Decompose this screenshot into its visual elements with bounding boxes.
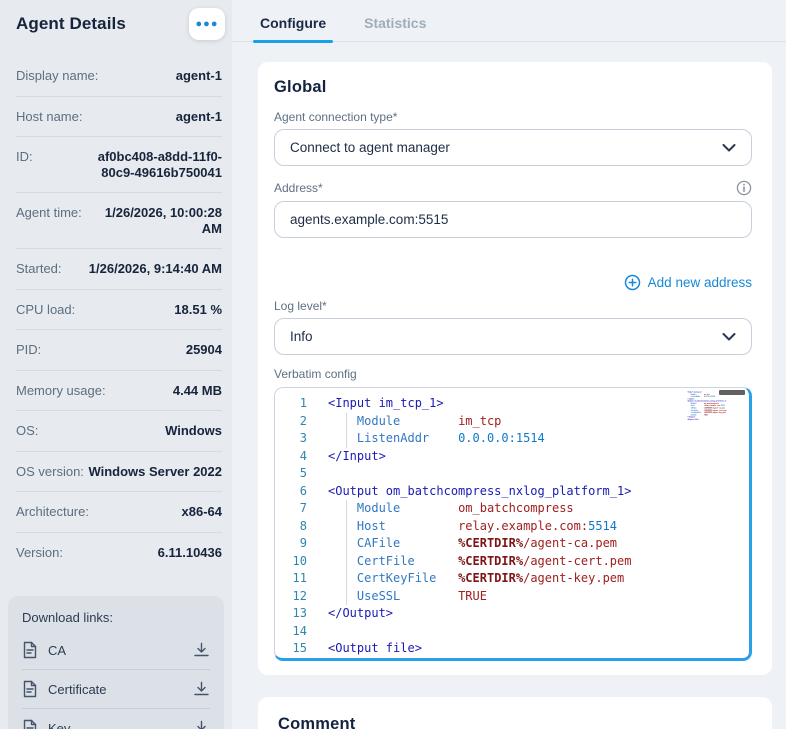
code-line: 13</Output>: [292, 606, 394, 620]
tab-statistics[interactable]: Statistics: [362, 12, 428, 41]
property-label: OS version:: [16, 463, 84, 479]
address-label: Address*: [274, 181, 323, 195]
agent-property-row: OS version: Windows Server 2022: [16, 450, 222, 492]
file-icon: [23, 641, 37, 659]
property-label: Started:: [16, 261, 62, 276]
address-value: agents.example.com:5515: [290, 212, 449, 227]
indent-guide: [346, 500, 347, 605]
agent-property-row: Architecture: x86-64: [16, 491, 222, 532]
download-link-label: Certificate: [48, 681, 107, 697]
property-value: 4.44 MB: [172, 382, 222, 398]
comment-section-title: Comment: [278, 715, 356, 729]
download-links-card: Download links: CA Certificate Key: [8, 596, 224, 729]
agent-property-row: ID: af0bc408-a8dd-11f0-80c9-49616b750041: [16, 136, 222, 192]
verbatim-config-label: Verbatim config: [274, 367, 357, 381]
property-value: af0bc408-a8dd-11f0-80c9-49616b750041: [97, 149, 222, 180]
file-icon: [23, 680, 37, 698]
agent-property-row: CPU load: 18.51 %: [16, 288, 222, 330]
configure-panel: Configure Statistics Global Agent connect…: [232, 0, 786, 729]
agent-details-header: Agent Details ●●●: [0, 0, 232, 40]
tab-configure[interactable]: Configure: [252, 12, 334, 43]
agent-details-panel: Agent Details ●●● Display name: agent-1 …: [0, 0, 232, 729]
download-link-row[interactable]: Key: [22, 708, 210, 729]
chevron-down-icon: [722, 143, 736, 151]
property-value: Windows: [165, 423, 222, 438]
property-label: PID:: [16, 342, 42, 357]
connection-type-select[interactable]: Connect to agent manager: [274, 129, 752, 166]
property-value: x86-64: [181, 504, 222, 519]
editor-scrollbar-thumb[interactable]: [719, 390, 745, 395]
agent-property-row: Memory usage: 4.44 MB: [16, 369, 222, 411]
agent-property-row: OS: Windows: [16, 410, 222, 451]
download-icon: [197, 720, 206, 729]
property-value: 6.11.10436: [157, 544, 222, 560]
code-line: 15<Output file>: [687, 418, 700, 421]
download-icon: [194, 642, 209, 657]
code-line: 15<Output file>: [292, 641, 422, 655]
address-input[interactable]: agents.example.com:5515: [274, 201, 752, 238]
agent-property-row: Host name: agent-1: [16, 95, 222, 137]
agent-property-row: Agent time: 1/26/2026, 10:00:28 AM: [16, 192, 222, 248]
agent-property-row: Display name: agent-1: [16, 56, 222, 96]
property-label: Display name:: [16, 68, 99, 83]
plus-circle-icon: [624, 274, 640, 291]
code-line: 4</Input>: [299, 448, 386, 463]
property-value: 1/26/2026, 10:00:28 AM: [104, 205, 222, 236]
code-line: 6<Output om_batchcompress_nxlog_platform…: [299, 483, 632, 498]
property-value: 18.51 %: [174, 301, 222, 317]
log-level-select[interactable]: Info: [274, 318, 752, 355]
download-icon: [194, 681, 209, 696]
property-label: Architecture:: [16, 504, 89, 519]
property-label: ID:: [16, 149, 33, 164]
property-label: OS:: [16, 423, 39, 438]
download-link-row[interactable]: CA: [22, 631, 210, 669]
download-link-label: Key: [48, 720, 71, 729]
add-new-address-label: Add new address: [647, 275, 752, 290]
ellipsis-icon: ●●●: [195, 18, 219, 30]
global-section-card: Global Agent connection type* Connect to…: [258, 62, 772, 675]
property-label: Agent time:: [16, 205, 82, 220]
comment-section-card: Comment: [258, 697, 772, 729]
property-value: 25904: [185, 342, 222, 357]
property-value: 1/26/2026, 9:14:40 AM: [88, 261, 222, 276]
file-icon: [23, 719, 37, 729]
property-label: Host name:: [16, 108, 83, 124]
property-label: Memory usage:: [16, 382, 106, 398]
tab-bar: Configure Statistics: [232, 0, 786, 43]
download-button[interactable]: [193, 720, 210, 729]
property-value: agent-1: [175, 108, 222, 124]
connection-type-value: Connect to agent manager: [290, 140, 450, 155]
download-link-row[interactable]: Certificate: [22, 669, 210, 708]
agent-property-row: Started: 1/26/2026, 9:14:40 AM: [16, 248, 222, 289]
panel-title: Agent Details: [16, 14, 126, 33]
download-button[interactable]: [193, 642, 210, 658]
download-link-label: CA: [48, 642, 67, 658]
editor-minimap: 1<Input im_tcp_1>2 Module im_tcp3 Listen…: [687, 391, 731, 477]
code-line: 1<Input im_tcp_1>: [299, 396, 444, 410]
property-label: Version:: [16, 544, 63, 560]
download-button[interactable]: [193, 681, 210, 697]
info-icon[interactable]: [736, 180, 752, 196]
ellipsis-menu-button[interactable]: ●●●: [189, 8, 225, 40]
agent-property-row: Version: 6.11.10436: [16, 531, 222, 573]
property-value: Windows Server 2022: [88, 463, 222, 479]
add-new-address-button[interactable]: Add new address: [624, 274, 752, 291]
log-level-value: Info: [290, 329, 313, 344]
code-line: 14: [292, 623, 307, 638]
log-level-label: Log level*: [274, 299, 327, 313]
download-links-list: CA Certificate Key: [22, 631, 210, 729]
code-line: 5: [299, 466, 307, 480]
download-links-title: Download links:: [22, 610, 114, 625]
connection-type-label: Agent connection type*: [274, 110, 398, 124]
chevron-down-icon: [722, 332, 736, 340]
property-value: agent-1: [175, 68, 222, 83]
minimap-content: 1<Input im_tcp_1>2 Module im_tcp3 Listen…: [687, 391, 731, 421]
global-section-title: Global: [274, 78, 327, 96]
agent-property-row: PID: 25904: [16, 329, 222, 370]
verbatim-config-editor[interactable]: 1 <Input im_tcp_1> 2 Module im_tcp 3 Listen…: [274, 387, 752, 661]
indent-guide: [346, 413, 347, 448]
property-label: CPU load:: [16, 301, 76, 317]
agent-properties: Display name: agent-1 Host name: agent-1…: [16, 56, 222, 572]
